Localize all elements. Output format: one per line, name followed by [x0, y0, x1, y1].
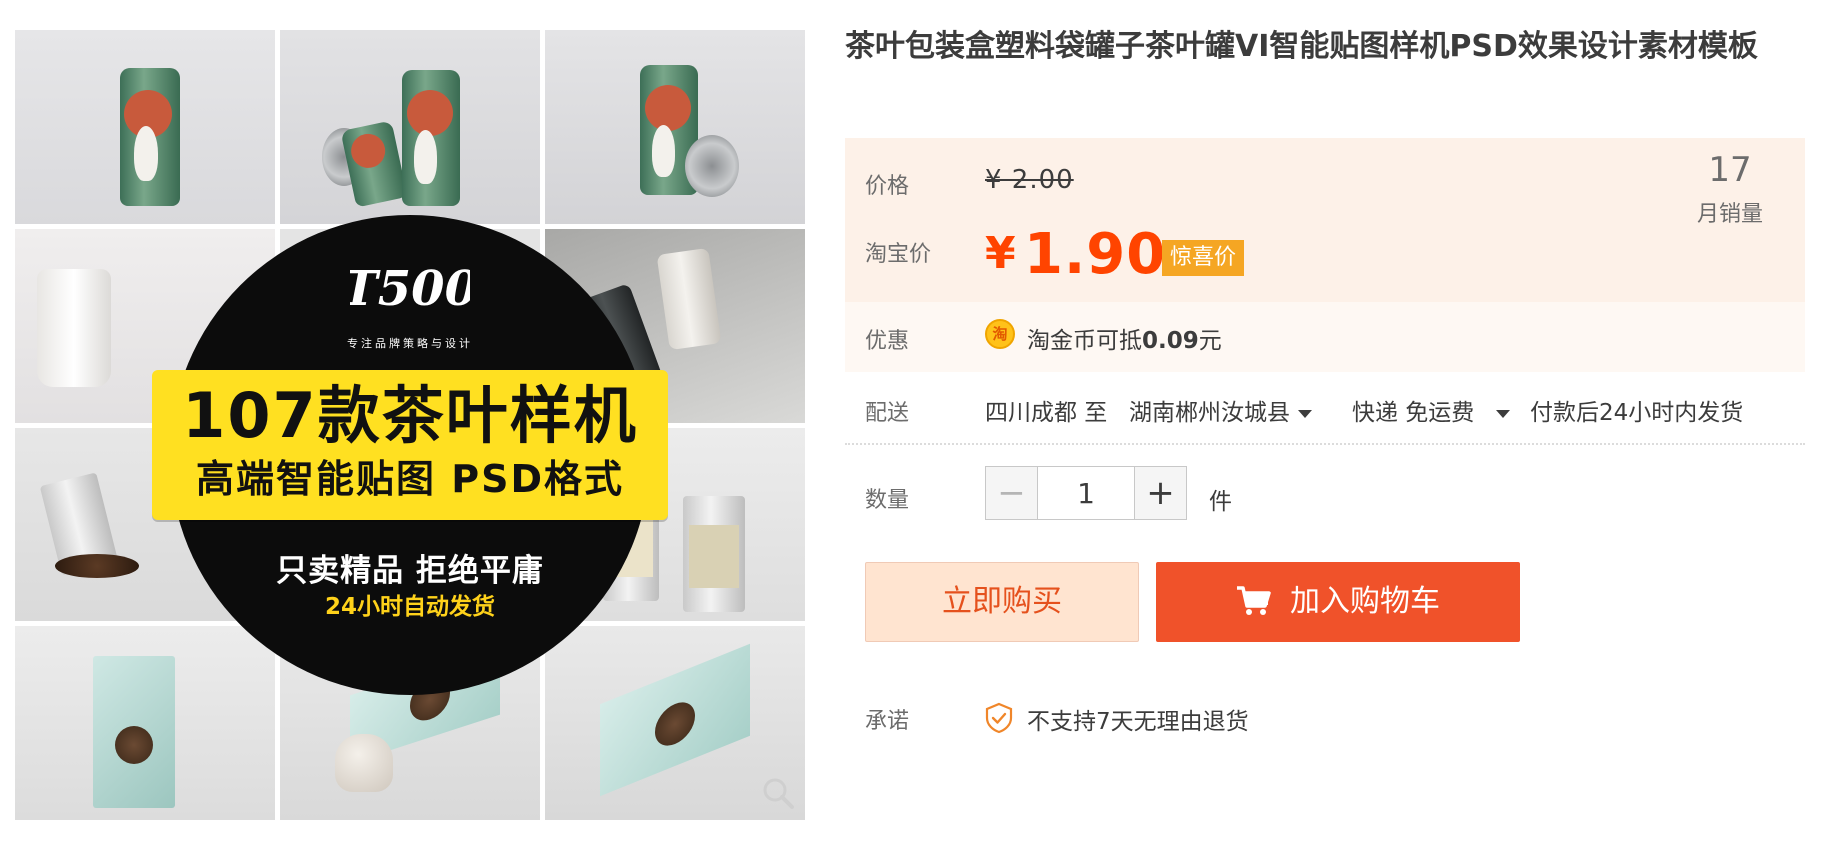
quantity-label: 数量	[865, 488, 910, 513]
quantity-input[interactable]	[1038, 466, 1134, 520]
shipping-label: 配送	[865, 401, 910, 426]
add-to-cart-button[interactable]: 加入购物车	[1156, 562, 1520, 642]
caret-down-icon	[1298, 409, 1312, 418]
banner-subheadline: 高端智能贴图 PSD格式	[196, 457, 624, 501]
tea-can-mockup	[402, 70, 460, 206]
ship-from: 四川成都 至	[985, 400, 1108, 426]
banner-delivery-note: 24小时自动发货	[324, 594, 495, 620]
ceramic-jar-mockup	[335, 734, 393, 793]
banner-slogan: 只卖精品 拒绝平庸	[276, 553, 544, 589]
monthly-sales-label: 月销量	[1696, 202, 1763, 227]
promo-label: 优惠	[865, 329, 910, 354]
banner-headline: 107款茶叶样机	[182, 379, 638, 452]
return-policy-text: 不支持7天无理由退货	[1027, 709, 1249, 735]
shipping-time: 付款后24小时内发货	[1530, 400, 1744, 426]
price-badge: 惊喜价	[1162, 240, 1245, 276]
shield-icon	[985, 702, 1013, 734]
quantity-increase-button[interactable]: +	[1134, 466, 1187, 520]
white-can-mockup	[656, 247, 722, 350]
svg-text:T500: T500	[350, 261, 470, 317]
taobao-coin-icon: 淘	[985, 319, 1015, 349]
tea-can-mockup	[340, 120, 408, 208]
brand-logo: T500	[350, 261, 470, 317]
headline-banner: 107款茶叶样机 高端智能贴图 PSD格式	[152, 370, 668, 520]
promise-label: 承诺	[865, 709, 910, 734]
tin-box-mockup	[683, 495, 745, 612]
monthly-sales-count: 17	[1708, 150, 1752, 190]
quantity-stepper: − +	[985, 466, 1187, 522]
shipping-method-selector[interactable]: 快递 免运费	[1352, 393, 1511, 427]
add-to-cart-label: 加入购物车	[1290, 584, 1440, 619]
tea-can-mockup	[120, 68, 180, 206]
mockup-tile	[545, 626, 805, 820]
coin-discount-text: 淘金币可抵0.09元	[1027, 328, 1222, 354]
mockup-tile	[15, 626, 275, 820]
paper-bag-mockup	[93, 656, 175, 809]
zoom-icon[interactable]	[761, 776, 795, 810]
paper-bag-mockup	[600, 643, 750, 797]
promo-overlay: T500 专注品牌策略与设计 107款茶叶样机 高端智能贴图 PSD格式 只卖精…	[152, 215, 668, 695]
tea-leaves	[55, 553, 139, 578]
currency-symbol: ¥	[985, 228, 1016, 279]
mockup-tile	[280, 30, 540, 224]
quantity-unit: 件	[1209, 489, 1232, 515]
ship-to-selector[interactable]: 湖南郴州汝城县	[1129, 393, 1312, 427]
mockup-tile	[15, 30, 275, 224]
brand-tagline: 专注品牌策略与设计	[347, 337, 473, 350]
original-price: ¥ 2.00	[985, 165, 1074, 195]
divider	[845, 443, 1805, 445]
price-label: 价格	[865, 174, 910, 199]
product-title: 茶叶包装盒塑料袋罐子茶叶罐VI智能贴图样机PSD效果设计素材模板	[845, 29, 1758, 64]
teapot-mockup	[37, 268, 111, 387]
current-price: 1.90	[1024, 222, 1167, 287]
coin-discount-amount: 0.09	[1142, 328, 1199, 354]
buy-now-button[interactable]: 立即购买	[865, 562, 1139, 642]
taobao-price-label: 淘宝价	[865, 242, 932, 267]
mockup-tile	[545, 30, 805, 224]
quantity-decrease-button[interactable]: −	[985, 466, 1038, 520]
cart-icon	[1237, 585, 1271, 615]
caret-down-icon	[1496, 409, 1511, 418]
tin-lid-mockup	[685, 135, 739, 197]
